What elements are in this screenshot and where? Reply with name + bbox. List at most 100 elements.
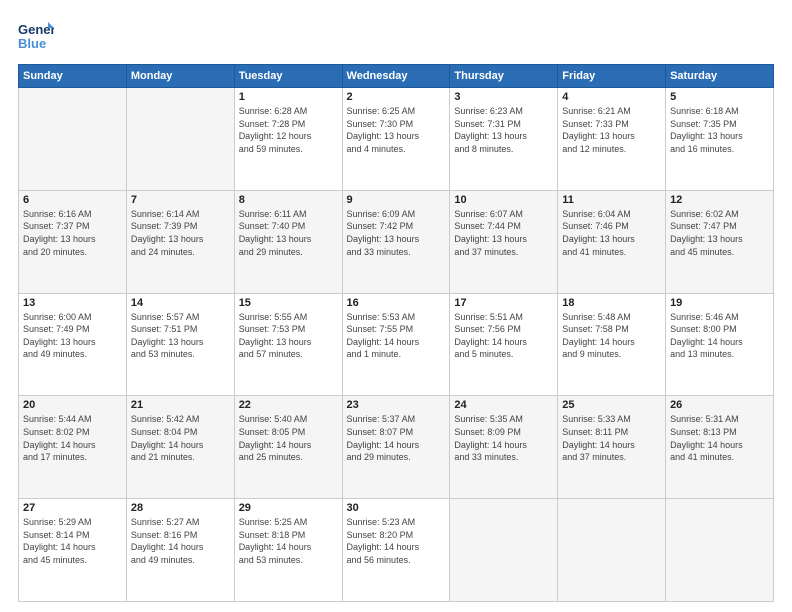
day-detail: Sunrise: 5:57 AM Sunset: 7:51 PM Dayligh… xyxy=(131,311,230,361)
day-number: 17 xyxy=(454,297,553,309)
calendar-cell: 27 Sunrise: 5:29 AM Sunset: 8:14 PM Dayli… xyxy=(19,499,127,602)
day-detail: Sunrise: 5:55 AM Sunset: 7:53 PM Dayligh… xyxy=(239,311,338,361)
day-number: 25 xyxy=(562,399,661,411)
day-number: 30 xyxy=(347,502,446,514)
calendar-cell: 21 Sunrise: 5:42 AM Sunset: 8:04 PM Dayli… xyxy=(126,396,234,499)
day-number: 8 xyxy=(239,194,338,206)
calendar-cell xyxy=(450,499,558,602)
day-number: 11 xyxy=(562,194,661,206)
calendar-cell: 16 Sunrise: 5:53 AM Sunset: 7:55 PM Dayli… xyxy=(342,293,450,396)
header: General Blue xyxy=(18,18,774,54)
day-number: 12 xyxy=(670,194,769,206)
logo: General Blue xyxy=(18,18,54,54)
calendar-cell: 18 Sunrise: 5:48 AM Sunset: 7:58 PM Dayli… xyxy=(558,293,666,396)
day-number: 14 xyxy=(131,297,230,309)
day-detail: Sunrise: 5:53 AM Sunset: 7:55 PM Dayligh… xyxy=(347,311,446,361)
calendar-cell: 26Sunrise: 5:31 AM Sunset: 8:13 PM Dayli… xyxy=(666,396,774,499)
day-number: 18 xyxy=(562,297,661,309)
day-number: 1 xyxy=(239,91,338,103)
day-number: 19 xyxy=(670,297,769,309)
calendar-cell: 12 Sunrise: 6:02 AM Sunset: 7:47 PM Dayli… xyxy=(666,190,774,293)
calendar-cell: 17 Sunrise: 5:51 AM Sunset: 7:56 PM Dayli… xyxy=(450,293,558,396)
calendar-cell: 10 Sunrise: 6:07 AM Sunset: 7:44 PM Dayli… xyxy=(450,190,558,293)
day-number: 16 xyxy=(347,297,446,309)
day-number: 22 xyxy=(239,399,338,411)
calendar-cell: 29 Sunrise: 5:25 AM Sunset: 8:18 PM Dayli… xyxy=(234,499,342,602)
page-container: General Blue SundayMondayTuesdayWednesda… xyxy=(0,0,792,612)
day-detail: Sunrise: 5:31 AM Sunset: 8:13 PM Dayligh… xyxy=(670,413,769,463)
day-number: 13 xyxy=(23,297,122,309)
svg-text:Blue: Blue xyxy=(18,36,46,51)
calendar-week-row: 1Sunrise: 6:28 AM Sunset: 7:28 PM Daylig… xyxy=(19,88,774,191)
day-header-thursday: Thursday xyxy=(450,65,558,88)
calendar-cell: 3 Sunrise: 6:23 AM Sunset: 7:31 PM Daylig… xyxy=(450,88,558,191)
calendar-week-row: 6 Sunrise: 6:16 AM Sunset: 7:37 PM Daylig… xyxy=(19,190,774,293)
day-detail: Sunrise: 6:04 AM Sunset: 7:46 PM Dayligh… xyxy=(562,208,661,258)
day-number: 10 xyxy=(454,194,553,206)
day-number: 4 xyxy=(562,91,661,103)
calendar-cell: 22 Sunrise: 5:40 AM Sunset: 8:05 PM Dayli… xyxy=(234,396,342,499)
logo-svg: General Blue xyxy=(18,18,54,54)
calendar-cell: 23Sunrise: 5:37 AM Sunset: 8:07 PM Dayli… xyxy=(342,396,450,499)
day-number: 29 xyxy=(239,502,338,514)
calendar-cell: 9Sunrise: 6:09 AM Sunset: 7:42 PM Daylig… xyxy=(342,190,450,293)
calendar-cell: 19 Sunrise: 5:46 AM Sunset: 8:00 PM Dayli… xyxy=(666,293,774,396)
calendar-cell: 14 Sunrise: 5:57 AM Sunset: 7:51 PM Dayli… xyxy=(126,293,234,396)
day-number: 20 xyxy=(23,399,122,411)
calendar-cell xyxy=(19,88,127,191)
day-detail: Sunrise: 6:21 AM Sunset: 7:33 PM Dayligh… xyxy=(562,105,661,155)
day-detail: Sunrise: 5:27 AM Sunset: 8:16 PM Dayligh… xyxy=(131,516,230,566)
calendar-cell xyxy=(666,499,774,602)
day-number: 7 xyxy=(131,194,230,206)
day-number: 2 xyxy=(347,91,446,103)
day-detail: Sunrise: 5:40 AM Sunset: 8:05 PM Dayligh… xyxy=(239,413,338,463)
day-number: 6 xyxy=(23,194,122,206)
day-header-wednesday: Wednesday xyxy=(342,65,450,88)
day-number: 24 xyxy=(454,399,553,411)
day-detail: Sunrise: 6:02 AM Sunset: 7:47 PM Dayligh… xyxy=(670,208,769,258)
day-number: 28 xyxy=(131,502,230,514)
calendar-cell: 25 Sunrise: 5:33 AM Sunset: 8:11 PM Dayli… xyxy=(558,396,666,499)
calendar-cell: 2 Sunrise: 6:25 AM Sunset: 7:30 PM Daylig… xyxy=(342,88,450,191)
calendar-week-row: 13Sunrise: 6:00 AM Sunset: 7:49 PM Dayli… xyxy=(19,293,774,396)
day-number: 3 xyxy=(454,91,553,103)
calendar-cell xyxy=(126,88,234,191)
day-header-friday: Friday xyxy=(558,65,666,88)
day-detail: Sunrise: 5:29 AM Sunset: 8:14 PM Dayligh… xyxy=(23,516,122,566)
day-detail: Sunrise: 5:46 AM Sunset: 8:00 PM Dayligh… xyxy=(670,311,769,361)
day-detail: Sunrise: 6:18 AM Sunset: 7:35 PM Dayligh… xyxy=(670,105,769,155)
day-detail: Sunrise: 5:51 AM Sunset: 7:56 PM Dayligh… xyxy=(454,311,553,361)
day-detail: Sunrise: 6:07 AM Sunset: 7:44 PM Dayligh… xyxy=(454,208,553,258)
calendar-cell xyxy=(558,499,666,602)
day-number: 21 xyxy=(131,399,230,411)
day-detail: Sunrise: 5:33 AM Sunset: 8:11 PM Dayligh… xyxy=(562,413,661,463)
day-number: 23 xyxy=(347,399,446,411)
calendar-cell: 28 Sunrise: 5:27 AM Sunset: 8:16 PM Dayli… xyxy=(126,499,234,602)
day-detail: Sunrise: 5:42 AM Sunset: 8:04 PM Dayligh… xyxy=(131,413,230,463)
day-detail: Sunrise: 6:23 AM Sunset: 7:31 PM Dayligh… xyxy=(454,105,553,155)
calendar-cell: 7Sunrise: 6:14 AM Sunset: 7:39 PM Daylig… xyxy=(126,190,234,293)
calendar-cell: 6 Sunrise: 6:16 AM Sunset: 7:37 PM Daylig… xyxy=(19,190,127,293)
calendar-cell: 30 Sunrise: 5:23 AM Sunset: 8:20 PM Dayli… xyxy=(342,499,450,602)
day-detail: Sunrise: 5:25 AM Sunset: 8:18 PM Dayligh… xyxy=(239,516,338,566)
calendar-cell: 4 Sunrise: 6:21 AM Sunset: 7:33 PM Daylig… xyxy=(558,88,666,191)
day-detail: Sunrise: 6:25 AM Sunset: 7:30 PM Dayligh… xyxy=(347,105,446,155)
day-detail: Sunrise: 6:16 AM Sunset: 7:37 PM Dayligh… xyxy=(23,208,122,258)
day-detail: Sunrise: 5:35 AM Sunset: 8:09 PM Dayligh… xyxy=(454,413,553,463)
day-header-tuesday: Tuesday xyxy=(234,65,342,88)
day-number: 27 xyxy=(23,502,122,514)
calendar-week-row: 27 Sunrise: 5:29 AM Sunset: 8:14 PM Dayli… xyxy=(19,499,774,602)
day-detail: Sunrise: 5:48 AM Sunset: 7:58 PM Dayligh… xyxy=(562,311,661,361)
calendar-cell: 11 Sunrise: 6:04 AM Sunset: 7:46 PM Dayli… xyxy=(558,190,666,293)
calendar-week-row: 20 Sunrise: 5:44 AM Sunset: 8:02 PM Dayli… xyxy=(19,396,774,499)
day-header-sunday: Sunday xyxy=(19,65,127,88)
calendar-cell: 15 Sunrise: 5:55 AM Sunset: 7:53 PM Dayli… xyxy=(234,293,342,396)
calendar-table: SundayMondayTuesdayWednesdayThursdayFrid… xyxy=(18,64,774,602)
day-number: 15 xyxy=(239,297,338,309)
calendar-cell: 8Sunrise: 6:11 AM Sunset: 7:40 PM Daylig… xyxy=(234,190,342,293)
calendar-cell: 1Sunrise: 6:28 AM Sunset: 7:28 PM Daylig… xyxy=(234,88,342,191)
day-detail: Sunrise: 5:44 AM Sunset: 8:02 PM Dayligh… xyxy=(23,413,122,463)
day-number: 5 xyxy=(670,91,769,103)
calendar-cell: 13Sunrise: 6:00 AM Sunset: 7:49 PM Dayli… xyxy=(19,293,127,396)
day-detail: Sunrise: 5:23 AM Sunset: 8:20 PM Dayligh… xyxy=(347,516,446,566)
